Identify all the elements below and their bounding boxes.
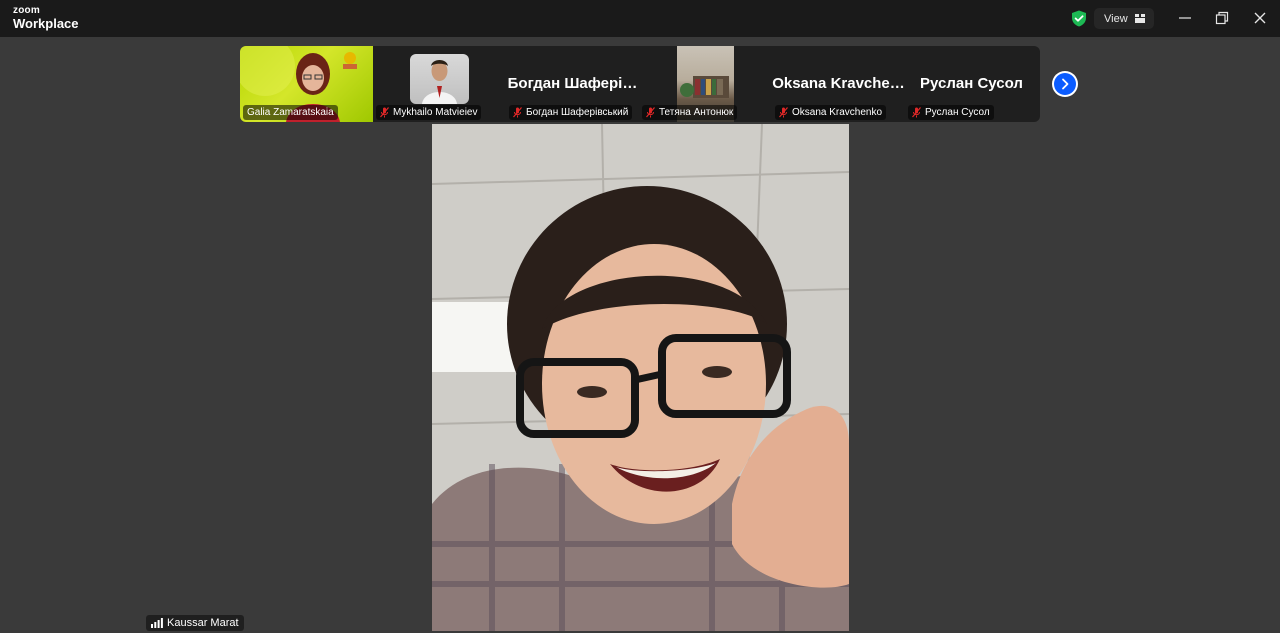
logo-bottom: Workplace: [13, 16, 79, 31]
minimize-icon[interactable]: [1177, 10, 1193, 26]
avatar: [410, 54, 469, 104]
participant-name: Oksana Kravchenko: [792, 107, 883, 118]
participant-name-chip: Galia Zamaratskaia: [243, 105, 338, 120]
participant-gallery-strip: Galia Zamaratskaia Mykhailo Matvieiev Бо…: [240, 46, 1040, 122]
participant-name-chip: Тетяна Антонюк: [642, 105, 738, 120]
participant-tile[interactable]: Руслан Сусол Руслан Сусол: [905, 46, 1038, 122]
mic-muted-icon: [513, 107, 522, 118]
participant-name: Mykhailo Matvieiev: [393, 107, 478, 118]
mic-muted-icon: [912, 107, 921, 118]
participant-name-chip: Руслан Сусол: [908, 105, 994, 120]
participant-tile[interactable]: Тетяна Антонюк: [639, 46, 772, 122]
participant-name: Galia Zamaratskaia: [247, 107, 334, 118]
participant-display-name: Руслан Сусол: [920, 75, 1023, 92]
mic-muted-icon: [779, 107, 788, 118]
active-speaker-video: [432, 124, 849, 631]
gallery-next-button[interactable]: [1052, 71, 1078, 97]
chevron-right-icon: [1062, 78, 1069, 90]
participant-tile[interactable]: Galia Zamaratskaia: [240, 46, 373, 122]
participant-tile[interactable]: Oksana Kravche… Oksana Kravchenko: [772, 46, 905, 122]
participant-tile[interactable]: Богдан Шафері… Богдан Шаферівський: [506, 46, 639, 122]
view-button[interactable]: View: [1094, 8, 1154, 29]
title-bar: zoom Workplace View: [0, 0, 1280, 37]
participant-display-name: Богдан Шафері…: [507, 75, 638, 92]
participant-name-chip: Oksana Kravchenko: [775, 105, 887, 120]
mic-muted-icon: [646, 107, 655, 118]
view-label: View: [1104, 12, 1128, 25]
participant-name: Богдан Шаферівський: [526, 107, 629, 118]
logo-top: zoom: [13, 5, 40, 16]
participant-name: Руслан Сусол: [925, 107, 990, 118]
participant-name: Тетяна Антонюк: [659, 107, 734, 118]
zoom-workplace-logo: zoom Workplace: [13, 5, 79, 31]
shield-check-icon[interactable]: [1071, 10, 1087, 27]
participant-name-chip: Mykhailo Matvieiev: [376, 105, 482, 120]
signal-bars-icon: [151, 618, 163, 628]
grid-icon: [1134, 14, 1145, 23]
restore-icon[interactable]: [1214, 10, 1230, 26]
participant-tile[interactable]: Mykhailo Matvieiev: [373, 46, 506, 122]
active-speaker-name-chip: Kaussar Marat: [146, 615, 244, 631]
participant-name-chip: Богдан Шаферівський: [509, 105, 633, 120]
participant-display-name: Oksana Kravche…: [772, 75, 905, 92]
active-speaker-name: Kaussar Marat: [167, 617, 239, 629]
close-icon[interactable]: [1252, 10, 1268, 26]
mic-muted-icon: [380, 107, 389, 118]
